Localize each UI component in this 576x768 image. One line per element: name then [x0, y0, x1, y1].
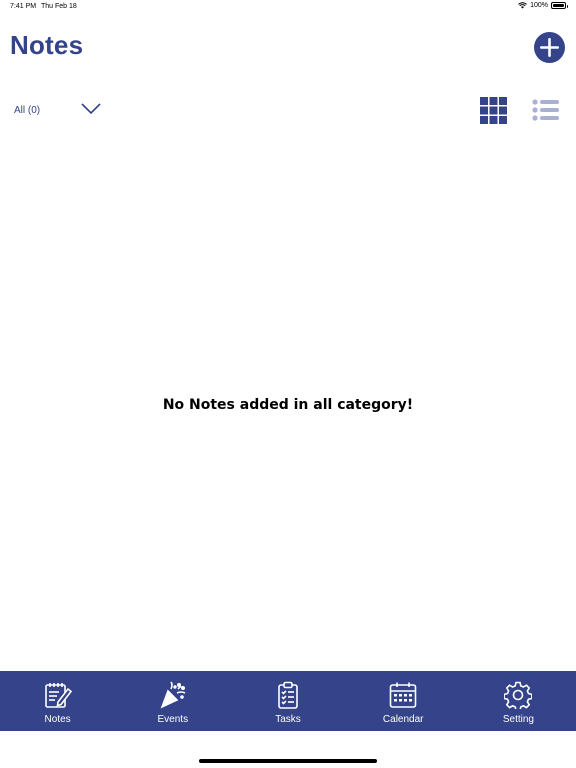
- tab-tasks[interactable]: Tasks: [230, 671, 345, 731]
- tab-notes[interactable]: Notes: [0, 671, 115, 731]
- grid-view-button[interactable]: [480, 97, 507, 124]
- status-time: 7:41 PM: [10, 3, 37, 10]
- status-date: Thu Feb 18: [41, 3, 77, 10]
- category-dropdown[interactable]: All (0): [14, 100, 106, 120]
- battery-icon: [551, 2, 568, 9]
- tab-label: Calendar: [382, 714, 424, 725]
- battery-percent: 100%: [530, 2, 548, 9]
- list-view-button[interactable]: [532, 99, 559, 121]
- clipboard-checklist-icon: [273, 680, 303, 710]
- tab-calendar[interactable]: Calendar: [346, 671, 461, 731]
- gear-icon: [503, 680, 533, 710]
- wifi-icon: [518, 2, 527, 9]
- tab-setting[interactable]: Setting: [461, 671, 576, 731]
- grid-view-icon: [480, 97, 507, 124]
- list-view-icon: [532, 99, 559, 121]
- tab-events[interactable]: Events: [115, 671, 230, 731]
- plus-icon: [540, 38, 559, 57]
- empty-state-message: No Notes added in all category!: [162, 397, 414, 413]
- page-title: Notes: [10, 30, 84, 60]
- party-popper-icon: [158, 680, 188, 710]
- status-bar: 7:41 PM Thu Feb 18 100%: [0, 0, 576, 14]
- status-right: 100%: [518, 2, 568, 9]
- home-indicator[interactable]: [199, 759, 377, 763]
- category-label: All (0): [14, 104, 41, 116]
- tab-label: Tasks: [275, 714, 301, 725]
- notes-icon: [43, 680, 73, 710]
- tab-label: Setting: [502, 714, 534, 725]
- tab-label: Notes: [44, 714, 71, 725]
- add-note-button[interactable]: [534, 32, 565, 63]
- tab-label: Events: [157, 714, 189, 725]
- tab-bar: Notes Events Tasks Calendar Setting: [0, 671, 576, 731]
- calendar-icon: [388, 680, 418, 710]
- chevron-down-icon: [81, 103, 101, 115]
